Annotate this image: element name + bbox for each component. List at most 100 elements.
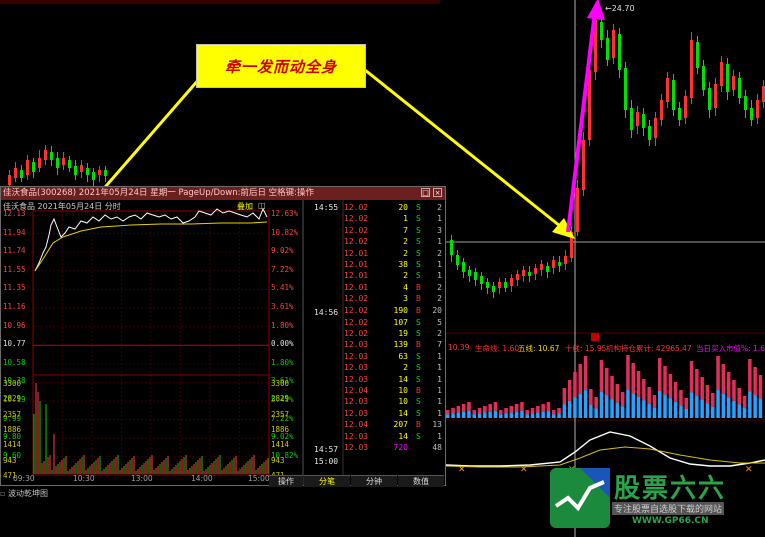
volume-bar-lower <box>684 409 688 418</box>
tick-price: 12.02 <box>344 237 369 247</box>
candle-body <box>732 76 735 90</box>
tick-volume: 14 <box>398 408 408 418</box>
tick-volume: 207 <box>393 420 408 430</box>
tick-row: 12.03 63 S 1 <box>344 352 444 362</box>
candle-body <box>522 270 525 276</box>
tick-price: 12.01 <box>344 248 369 258</box>
candle-body <box>86 168 89 175</box>
tab-ticks[interactable]: 分笔 <box>304 475 350 487</box>
tick-side: S <box>416 271 421 281</box>
candle-body <box>612 30 615 58</box>
volume-bar-lower <box>488 411 492 418</box>
high-price-tag: ←24.70 <box>605 4 635 13</box>
event-marker-icon[interactable] <box>591 333 599 341</box>
volume-bar-lower <box>605 395 609 418</box>
tape-time-2: 14:57 <box>314 445 339 454</box>
tick-side: S <box>416 248 421 258</box>
tick-count: 13 <box>432 420 442 430</box>
volume-bar-lower <box>546 410 551 418</box>
candle-body <box>546 266 549 272</box>
tick-price: 12.02 <box>344 317 369 327</box>
candle-body <box>696 42 699 68</box>
tape-time-0: 14:55 <box>314 203 339 212</box>
tick-side: B <box>416 294 421 304</box>
volume-bar-lower <box>557 413 561 418</box>
volume-bar-lower <box>721 393 726 418</box>
tick-price: 12.03 <box>344 408 369 418</box>
volume-bar-lower <box>536 412 540 418</box>
tick-price: 12.04 <box>344 420 369 430</box>
tick-volume: 7 <box>403 225 408 235</box>
tick-count: 1 <box>437 351 442 361</box>
candle-body <box>744 96 747 110</box>
tick-side: S <box>416 397 421 407</box>
candle-body <box>528 272 531 276</box>
candle-body <box>20 170 23 178</box>
tick-row: 12.02 1 S 1 <box>344 214 444 224</box>
volume-bar-upper <box>631 363 635 394</box>
volume-label: 2357 <box>3 409 22 419</box>
action-tab[interactable]: 操作 <box>269 475 303 487</box>
tick-row: 12.03 14 S 1 <box>344 375 444 385</box>
volume-bar-upper <box>488 404 492 412</box>
tick-row: 12.01 2 S 1 <box>344 271 444 281</box>
volume-bar-upper <box>467 402 471 411</box>
volume-bar-lower <box>647 404 651 418</box>
tick-volume: 2 <box>403 363 408 373</box>
volume-bar-lower <box>525 414 529 418</box>
volume-bar-upper <box>599 360 604 392</box>
tick-side: S <box>416 408 421 418</box>
tick-volume: 63 <box>398 351 408 361</box>
tick-count: 2 <box>437 203 442 212</box>
candle-body <box>666 78 669 102</box>
volume-bar-lower <box>504 413 508 418</box>
tick-count: 2 <box>437 328 442 338</box>
candle-body <box>720 62 723 86</box>
candle-body <box>462 262 465 272</box>
intraday-popup-window[interactable]: 佳沃食品(300268) 2021年05月24日 星期一 PageUp/Down… <box>0 186 446 487</box>
tick-side: S <box>416 317 421 327</box>
candle-body <box>738 78 741 98</box>
candle-body <box>80 165 83 172</box>
candle-body <box>690 40 693 98</box>
candle-body <box>678 108 681 120</box>
price-label: 10.58 <box>3 357 26 367</box>
volume-bar-upper <box>742 396 747 409</box>
volume-bar-upper <box>520 402 524 411</box>
candle-body <box>648 126 651 140</box>
volume-bar-lower <box>552 414 556 418</box>
tick-volume: 14 <box>398 431 408 441</box>
tab-values[interactable]: 数值 <box>398 475 444 487</box>
tab-minutes[interactable]: 分钟 <box>351 475 397 487</box>
volume-bar-upper <box>700 377 704 400</box>
volume-bar-upper <box>636 371 641 397</box>
candle-body <box>104 170 107 176</box>
tick-count: 1 <box>437 363 442 373</box>
volume-label: 3300 <box>271 379 290 388</box>
volume-bar-lower <box>726 397 731 418</box>
price-label: 10.96 <box>3 320 26 330</box>
volume-bar-upper <box>748 359 752 392</box>
candle-body <box>582 140 585 190</box>
tape-time-3: 15:00 <box>314 457 339 466</box>
volume-bar-lower <box>594 408 598 418</box>
volume-bar-lower <box>483 412 487 418</box>
candle-body <box>32 162 35 172</box>
tick-price: 12.03 <box>344 431 369 441</box>
percent-label: 0.00% <box>271 339 294 349</box>
tick-side: S <box>416 328 421 338</box>
volume-bar-lower <box>573 397 577 418</box>
volume-bar-upper <box>589 389 593 405</box>
volume-label: 1886 <box>3 424 22 434</box>
candle-body <box>606 38 609 60</box>
candle-body <box>576 188 579 232</box>
candle-body <box>630 108 633 130</box>
candle-body <box>642 114 645 128</box>
volume-bar-lower <box>673 401 678 418</box>
volume-bar-lower <box>456 412 461 418</box>
volume-label: 2829 <box>3 394 22 404</box>
tick-row: 12.02 20 S 2 <box>344 203 444 213</box>
candle-body <box>624 68 627 110</box>
candle-body <box>486 282 489 288</box>
price-label: 11.94 <box>3 227 26 237</box>
